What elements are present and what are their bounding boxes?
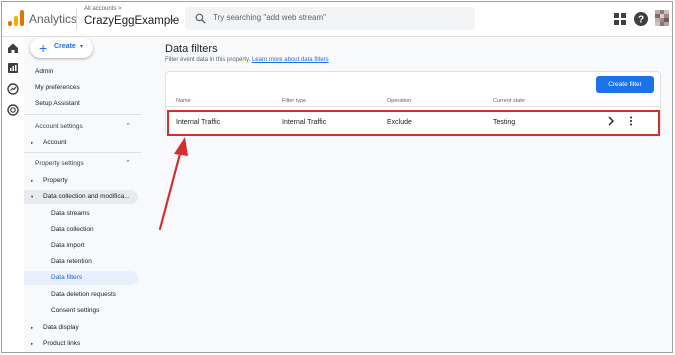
nav-data-filters[interactable]: Data filters (24, 271, 138, 285)
avatar[interactable] (655, 10, 669, 26)
advertising-icon[interactable] (7, 104, 19, 116)
chevron-down-icon[interactable]: ▾ (170, 17, 174, 25)
analytics-logo-icon[interactable] (8, 10, 24, 26)
chevron-up-icon: ⌃ (125, 123, 131, 130)
search-input[interactable]: Try searching "add web stream" (185, 7, 475, 30)
highlight-box (167, 110, 660, 136)
page-title: Data filters (165, 43, 218, 55)
collapse-triangle-icon: ▾ (31, 194, 34, 199)
nav-data-display[interactable]: ▸ Data display (24, 321, 141, 335)
column-header-current-state[interactable]: Current state (493, 98, 525, 104)
nav-data-import[interactable]: Data import (24, 239, 141, 253)
nav-property-settings[interactable]: Property settings ⌃ (24, 157, 141, 171)
nav-account-settings[interactable]: Account settings ⌃ (24, 120, 141, 134)
nav-account[interactable]: ▸ Account (24, 136, 141, 150)
column-header-operation[interactable]: Operation (387, 98, 411, 104)
expand-triangle-icon: ▸ (31, 325, 34, 330)
nav-divider (24, 152, 141, 153)
nav-admin[interactable]: Admin (24, 65, 141, 79)
expand-triangle-icon: ▸ (31, 140, 34, 145)
nav-data-collection-modification[interactable]: ▾ Data collection and modifica... (24, 190, 138, 204)
explore-icon[interactable] (7, 83, 19, 95)
admin-sidenav: + Create ▾ Admin My preferences Setup As… (24, 38, 141, 352)
nav-data-retention[interactable]: Data retention (24, 255, 141, 269)
svg-text:?: ? (638, 15, 644, 26)
app-name: Analytics (29, 12, 78, 26)
learn-more-link[interactable]: Learn more about data filters (252, 57, 329, 63)
reports-icon[interactable] (7, 62, 19, 74)
left-rail (2, 38, 24, 352)
expand-triangle-icon: ▸ (31, 341, 34, 346)
nav-setup-assistant[interactable]: Setup Assistant (24, 97, 141, 111)
create-label: Create (54, 43, 76, 50)
create-button[interactable]: + Create ▾ (30, 38, 93, 58)
account-breadcrumb[interactable]: All accounts > (84, 6, 122, 12)
nav-data-collection[interactable]: Data collection (24, 223, 141, 237)
nav-data-deletion-requests[interactable]: Data deletion requests (24, 288, 141, 302)
create-filter-button[interactable]: Create filter (596, 76, 654, 93)
main-content: Data filters Filter event data in this p… (141, 38, 672, 352)
chevron-up-icon: ⌃ (125, 160, 131, 167)
nav-my-preferences[interactable]: My preferences (24, 81, 141, 95)
nav-divider (24, 114, 141, 115)
column-header-name[interactable]: Name (176, 98, 191, 104)
nav-data-streams[interactable]: Data streams (24, 207, 141, 221)
search-placeholder: Try searching "add web stream" (213, 13, 326, 22)
home-icon[interactable] (7, 42, 19, 54)
nav-property[interactable]: ▸ Property (24, 174, 141, 188)
header-divider (166, 106, 660, 107)
property-selector[interactable]: CrazyEggExample (84, 15, 179, 27)
search-icon (195, 13, 206, 24)
apps-grid-icon[interactable] (612, 11, 628, 27)
topbar-divider (76, 8, 77, 30)
top-bar: Analytics All accounts > CrazyEggExample… (2, 2, 672, 37)
nav-product-links[interactable]: ▸ Product links (24, 337, 141, 351)
nav-consent-settings[interactable]: Consent settings (24, 304, 141, 318)
plus-icon: + (39, 40, 48, 56)
page-description: Filter event data in this property. Lear… (165, 57, 329, 63)
app-window: Analytics All accounts > CrazyEggExample… (1, 1, 673, 353)
help-icon[interactable]: ? (633, 11, 649, 27)
expand-triangle-icon: ▸ (31, 178, 34, 183)
chevron-down-icon: ▾ (80, 44, 84, 50)
column-header-filter-type[interactable]: Filter type (282, 98, 306, 104)
